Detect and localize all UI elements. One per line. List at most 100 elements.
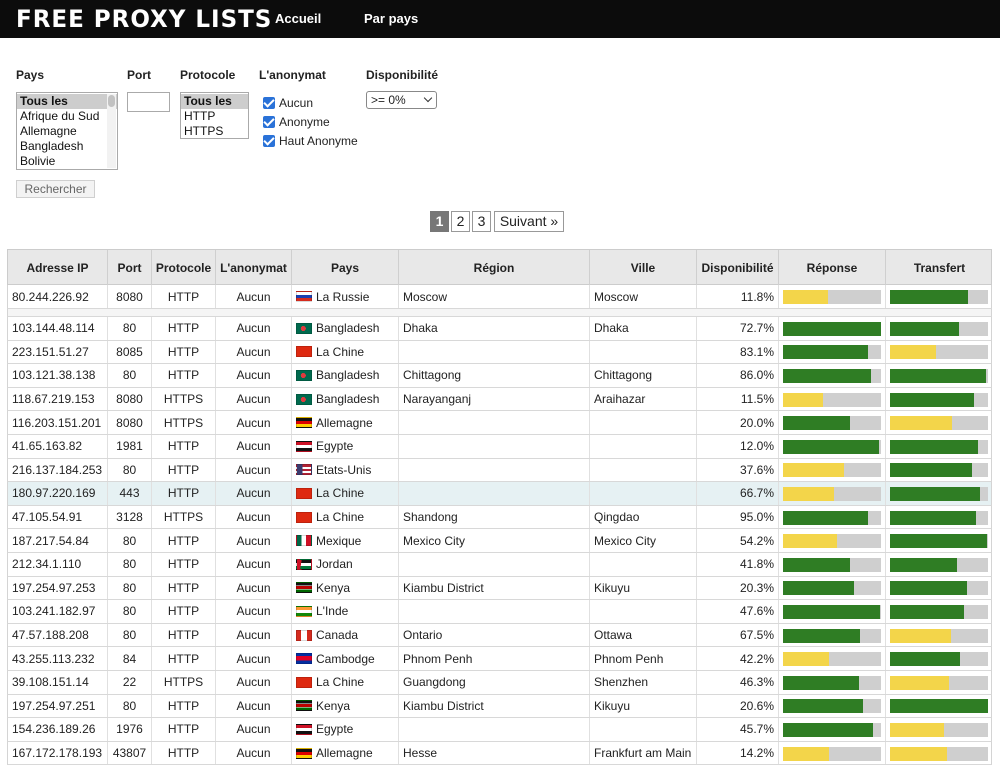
availability-cell: 11.8% — [696, 285, 778, 308]
nav-home-link[interactable]: Accueil — [275, 11, 321, 26]
country-option[interactable]: Tous les — [17, 94, 117, 109]
table-row[interactable]: 103.241.182.97 80 HTTP Aucun L'Inde 47.6% — [7, 600, 992, 624]
table-row[interactable]: 197.254.97.251 80 HTTP Aucun Kenya Kiambu Dis… — [7, 694, 992, 719]
table-row[interactable]: 47.105.54.91 3128 HTTPS Aucun La Chine Shando… — [7, 505, 992, 530]
protocol-listbox[interactable]: Tous les HTTP HTTPS — [180, 92, 249, 139]
table-header: Adresse IP Port Protocole L'anonymat Pays Rég… — [7, 249, 993, 286]
response-bar-fill — [783, 345, 869, 360]
anonymity-cell: Aucun — [215, 317, 291, 340]
table-row[interactable]: 212.34.1.110 80 HTTP Aucun Jordan 41.8% — [7, 553, 992, 577]
city-cell: Araihazar — [589, 387, 696, 411]
response-bar-fill — [783, 534, 837, 549]
flag-icon — [296, 605, 312, 617]
table-row[interactable]: 39.108.151.14 22 HTTPS Aucun La Chine Guangdo… — [7, 671, 992, 695]
port-cell: 80 — [107, 317, 151, 340]
availability-header[interactable]: Disponibilité — [696, 250, 778, 286]
page-1-button[interactable]: 1 — [430, 211, 449, 232]
region-header[interactable]: Région — [398, 250, 589, 286]
transfer-bar-fill — [890, 652, 960, 667]
region-cell: Mexico City — [398, 529, 589, 552]
ip-cell: 197.254.97.251 — [12, 698, 96, 713]
page-2-button[interactable]: 2 — [451, 211, 470, 232]
response-cell — [778, 482, 885, 505]
table-row[interactable]: 103.144.48.114 80 HTTP Aucun Bangladesh Dhaka… — [7, 317, 992, 341]
country-name: Cambodge — [316, 651, 375, 666]
anonymity-cell: Aucun — [215, 482, 291, 505]
protocol-cell: HTTP — [151, 285, 215, 308]
country-option[interactable]: Allemagne — [17, 124, 117, 139]
protocol-option[interactable]: HTTPS — [181, 124, 248, 138]
transfer-cell — [885, 741, 993, 765]
transfer-bar-fill — [890, 746, 947, 761]
response-cell — [778, 718, 885, 741]
protocol-option[interactable]: HTTP — [181, 109, 248, 124]
table-row[interactable]: 180.97.220.169 443 HTTP Aucun La Chine 66.7% — [7, 482, 992, 506]
country-listbox-scrollbar[interactable] — [107, 94, 116, 168]
country-listbox[interactable]: Tous les Afrique du Sud Allemagne Bangla… — [16, 92, 118, 170]
scrollbar-thumb[interactable] — [108, 95, 115, 107]
anonymity-cell: Aucun — [215, 435, 291, 458]
country-header[interactable]: Pays — [291, 250, 398, 286]
table-row[interactable]: 223.151.51.27 8085 HTTP Aucun La Chine 83.1% — [7, 340, 992, 365]
response-bar-track — [783, 699, 881, 714]
response-header[interactable]: Réponse — [778, 250, 885, 286]
table-row[interactable]: 116.203.151.201 8080 HTTPS Aucun Allemagne 20… — [7, 411, 992, 435]
anonymity-checkbox-none[interactable]: Aucun — [263, 96, 313, 110]
search-button[interactable]: Rechercher — [16, 180, 95, 198]
table-row[interactable]: 103.121.38.138 80 HTTP Aucun Bangladesh Chitt… — [7, 364, 992, 388]
region-cell: Moscow — [398, 285, 589, 308]
city-cell — [589, 553, 696, 576]
page-3-button[interactable]: 3 — [472, 211, 491, 232]
response-bar-track — [783, 652, 881, 667]
table-row[interactable]: 43.255.113.232 84 HTTP Aucun Cambodge Phnom P… — [7, 647, 992, 671]
table-row[interactable]: 80.244.226.92 8080 HTTP Aucun La Russie Mosco… — [7, 285, 992, 309]
port-header[interactable]: Port — [107, 250, 151, 286]
country-cell: L'Inde — [291, 600, 398, 623]
response-bar-track — [783, 604, 881, 619]
table-row[interactable]: 41.65.163.82 1981 HTTP Aucun Egypte 12.0% — [7, 435, 992, 459]
availability-select[interactable]: >= 0% — [366, 91, 437, 109]
table-row[interactable]: 216.137.184.253 80 HTTP Aucun Etats-Unis 37.6… — [7, 458, 992, 483]
protocol-header[interactable]: Protocole — [151, 250, 215, 286]
table-row[interactable]: 154.236.189.26 1976 HTTP Aucun Egypte 45.7% — [7, 718, 992, 742]
table-row[interactable]: 187.217.54.84 80 HTTP Aucun Mexique Mexico Ci… — [7, 529, 992, 553]
city-cell: Qingdao — [589, 505, 696, 529]
port-cell: 80 — [107, 623, 151, 647]
protocol-option[interactable]: Tous les — [181, 94, 248, 109]
country-option[interactable]: Bangladesh — [17, 139, 117, 154]
transfer-cell — [885, 718, 993, 741]
table-row[interactable]: 167.172.178.193 43807 HTTP Aucun Allemagne He… — [7, 741, 993, 766]
checkbox-checked-icon[interactable] — [263, 97, 275, 109]
ip-cell: 180.97.220.169 — [12, 486, 96, 501]
ip-header[interactable]: Adresse IP — [8, 250, 107, 286]
port-cell: 80 — [107, 529, 151, 552]
anonymity-header[interactable]: L'anonymat — [215, 250, 291, 286]
site-logo[interactable]: FREE PROXY LISTS — [16, 3, 272, 35]
region-cell: Shandong — [398, 505, 589, 529]
country-option[interactable]: Bolivie — [17, 154, 117, 169]
port-input[interactable] — [127, 92, 170, 112]
transfer-header[interactable]: Transfert — [885, 250, 993, 286]
transfer-bar-track — [890, 368, 988, 383]
ip-cell: 103.121.38.138 — [12, 368, 96, 383]
anonymity-checkbox-high-anonymous[interactable]: Haut Anonyme — [263, 134, 358, 148]
anonymity-checkbox-anonymous[interactable]: Anonyme — [263, 115, 330, 129]
country-option[interactable]: Afrique du Sud — [17, 109, 117, 124]
next-page-button[interactable]: Suivant » — [494, 211, 564, 232]
transfer-cell — [885, 317, 993, 340]
response-bar-fill — [783, 675, 860, 690]
port-cell: 84 — [107, 647, 151, 670]
nav-by-country-link[interactable]: Par pays — [364, 11, 418, 26]
country-name: La Chine — [316, 675, 365, 690]
table-row[interactable]: 118.67.219.153 8080 HTTPS Aucun Bangladesh Na… — [7, 387, 992, 412]
protocol-cell: HTTP — [151, 623, 215, 647]
city-cell: Dhaka — [589, 317, 696, 340]
table-row[interactable]: 47.57.188.208 80 HTTP Aucun Canada Ontario Ott… — [7, 623, 992, 648]
port-cell: 8080 — [107, 285, 151, 308]
city-header[interactable]: Ville — [589, 250, 696, 286]
response-bar-track — [783, 416, 881, 431]
table-row[interactable]: 197.254.97.253 80 HTTP Aucun Kenya Kiambu Dis… — [7, 576, 992, 601]
checkbox-checked-icon[interactable] — [263, 116, 275, 128]
checkbox-checked-icon[interactable] — [263, 135, 275, 147]
country-cell: Jordan — [291, 553, 398, 576]
